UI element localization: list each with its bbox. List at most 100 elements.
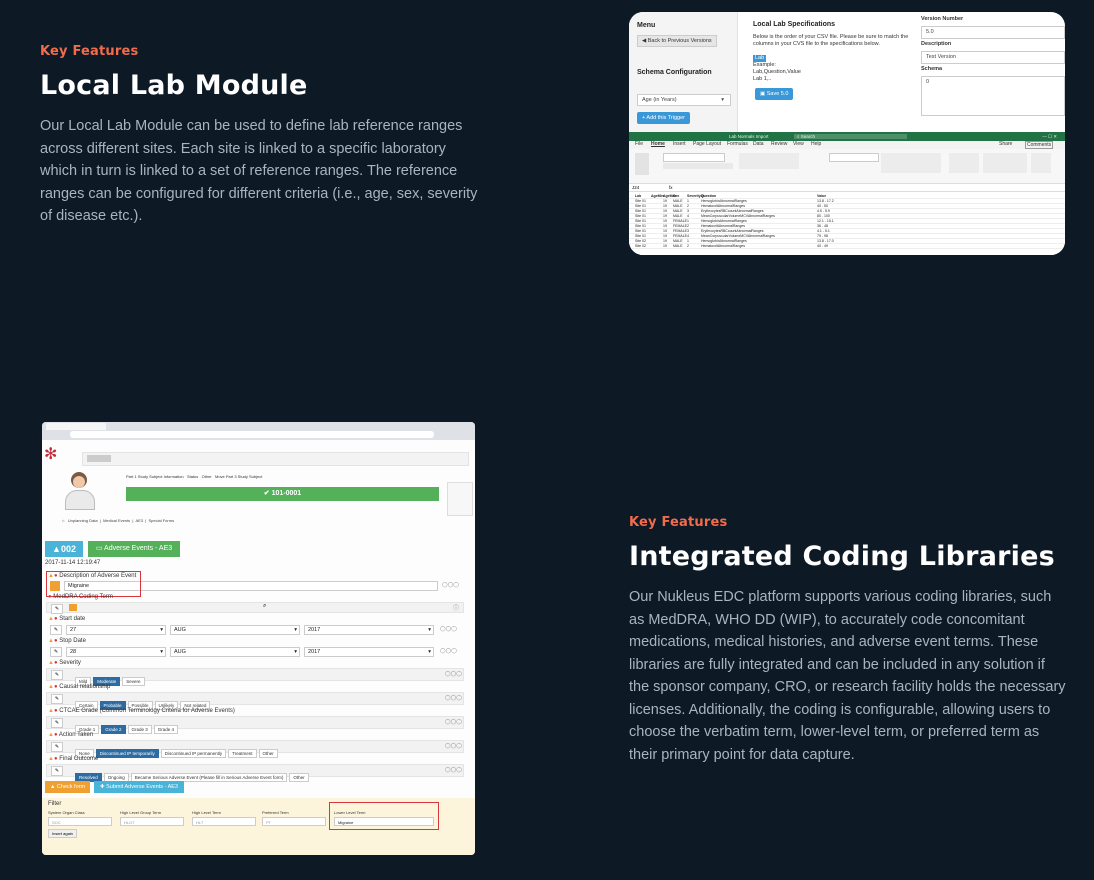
excel-cell[interactable]: MALE (673, 214, 683, 218)
pencil-icon[interactable]: ✎ (51, 718, 63, 728)
excel-cell[interactable]: Site 01 (635, 224, 646, 228)
browser-url[interactable] (70, 431, 434, 438)
excel-cell[interactable]: Value (817, 194, 826, 198)
subject-tab-other[interactable]: Other (202, 474, 212, 479)
check-form-button[interactable]: ▲ Check form (45, 781, 90, 793)
excel-cell[interactable]: 19 (663, 199, 667, 203)
excel-search[interactable]: ⌕ Search (794, 134, 907, 139)
excel-cell[interactable]: Sex (673, 194, 679, 198)
alignment-icons[interactable] (739, 153, 799, 169)
excel-cell[interactable]: 40 - 50 (817, 204, 828, 208)
pencil-icon[interactable]: ✎ (51, 604, 63, 614)
excel-tab-page-layout[interactable]: Page Layout (693, 141, 721, 147)
subject-id-bar[interactable]: ✔ 101-0001 (126, 487, 439, 501)
excel-cell[interactable]: 19 (663, 239, 667, 243)
option-chip[interactable]: Grade 3 (127, 725, 152, 734)
paste-icon[interactable] (635, 153, 649, 175)
excel-cell[interactable]: Question (701, 194, 716, 198)
excel-tab-review[interactable]: Review (771, 141, 787, 147)
excel-cell[interactable]: 19 (663, 224, 667, 228)
excel-cell[interactable]: 13.8 - 17.0 (817, 239, 834, 243)
excel-cell[interactable]: FEMALE (673, 219, 687, 223)
subject-tab-status[interactable]: Status (187, 474, 198, 479)
excel-cell[interactable]: MALE (673, 199, 683, 203)
excel-tab-insert[interactable]: Insert (673, 141, 686, 147)
excel-cell[interactable]: Site 01 (635, 204, 646, 208)
save-version-button[interactable]: ▣ Save 5.0 (755, 88, 794, 100)
field-actions-icon[interactable]: ◯◯◯ (445, 695, 462, 701)
excel-cell[interactable]: FEMALE (673, 224, 687, 228)
excel-cell[interactable]: ErythrocytesRBCcountAbnormalRanges (701, 229, 763, 233)
excel-cell[interactable]: MALE (673, 239, 683, 243)
pencil-icon[interactable]: ✎ (50, 647, 62, 657)
hlgt-input[interactable]: HLGT (120, 817, 184, 826)
option-chip[interactable]: Discontinued IP permanently (160, 749, 227, 758)
excel-cell[interactable]: 19 (663, 209, 667, 213)
excel-cell[interactable]: 13.8 - 17.2 (817, 199, 834, 203)
excel-cell[interactable]: 3 (687, 209, 689, 213)
excel-cell[interactable]: 19 (663, 219, 667, 223)
excel-cell[interactable]: 1 (687, 199, 689, 203)
excel-tab-data[interactable]: Data (753, 141, 764, 147)
field-actions-icon[interactable]: ◯◯◯ (440, 648, 457, 654)
excel-cell[interactable]: MALE (673, 209, 683, 213)
excel-cell[interactable]: 1 (687, 239, 689, 243)
field-actions-icon[interactable]: ◯◯◯ (445, 767, 462, 773)
excel-cell[interactable]: MALE (673, 204, 683, 208)
search-icon[interactable]: ⌕ (263, 603, 266, 610)
excel-cell[interactable]: Site 01 (635, 229, 646, 233)
field-actions-icon[interactable]: ◯◯◯ (445, 719, 462, 725)
excel-cell[interactable]: 19 (663, 204, 667, 208)
pencil-icon[interactable]: ✎ (51, 670, 63, 680)
excel-tab-view[interactable]: View (793, 141, 804, 147)
field-actions-icon[interactable]: ◯◯◯ (445, 743, 462, 749)
pencil-icon[interactable]: ✎ (51, 694, 63, 704)
excel-cell[interactable]: 19 (663, 214, 667, 218)
site-select[interactable] (87, 455, 111, 462)
excel-share-button[interactable]: Share (999, 141, 1012, 147)
excel-tab-home[interactable]: Home (651, 141, 665, 147)
cells-icons[interactable] (949, 153, 979, 173)
excel-cell[interactable]: 19 (663, 244, 667, 248)
excel-cell[interactable]: AgeMin (651, 194, 664, 198)
cell-ref[interactable]: J24 (632, 185, 639, 190)
code-icon[interactable] (69, 604, 77, 611)
excel-tab-help[interactable]: Help (811, 141, 821, 147)
start-day-select[interactable]: 27 ▾ (66, 625, 166, 635)
start-month-select[interactable]: AUG ▾ (170, 625, 300, 635)
excel-cell[interactable]: 79 - 98 (817, 234, 828, 238)
font-style-icons[interactable] (663, 163, 733, 169)
editing-icons[interactable] (983, 153, 1027, 173)
excel-cell[interactable]: MALE (673, 244, 683, 248)
excel-cell[interactable]: HematocritAbnormalRanges (701, 224, 745, 228)
excel-cell[interactable]: 12.1 - 15.1 (817, 219, 834, 223)
excel-cell[interactable]: ErythrocytesRBCcountAbnormalRanges (701, 209, 763, 213)
excel-comments-button[interactable]: Comments (1025, 141, 1054, 149)
pencil-icon[interactable]: ✎ (50, 625, 62, 635)
excel-cell[interactable]: Site 01 (635, 199, 646, 203)
excel-cell[interactable]: 2 (687, 244, 689, 248)
excel-cell[interactable]: FEMALE (673, 229, 687, 233)
option-chip[interactable]: Other (258, 749, 278, 758)
excel-cell[interactable]: Lab (635, 194, 641, 198)
excel-cell[interactable]: Site 01 (635, 209, 646, 213)
excel-cell[interactable]: FEMALE (673, 234, 687, 238)
info-icon[interactable]: ⓘ (453, 603, 459, 612)
breadcrumb-item[interactable]: Medical Events (103, 518, 130, 523)
excel-cell[interactable]: 19 (663, 229, 667, 233)
excel-cell[interactable]: MeanCorpuscularVolumeMCVAbnormalRanges (701, 234, 775, 238)
option-chip[interactable]: Severe (122, 677, 145, 686)
hlt-input[interactable]: HLT (192, 817, 256, 826)
stop-day-select[interactable]: 28 ▾ (66, 647, 166, 657)
excel-tab-file[interactable]: File (635, 141, 643, 147)
option-chip[interactable]: Treatment (228, 749, 257, 758)
description-input[interactable]: Test Version (921, 51, 1065, 64)
excel-cell[interactable]: Site 01 (635, 214, 646, 218)
version-input[interactable]: 5.0 (921, 26, 1065, 39)
field-actions-icon[interactable]: ◯◯◯ (442, 582, 459, 588)
excel-cell[interactable]: Site 01 (635, 234, 646, 238)
start-year-select[interactable]: 2017 ▾ (304, 625, 434, 635)
home-icon[interactable]: ⌂ (62, 518, 64, 523)
excel-cell[interactable]: 40 - 49 (817, 244, 828, 248)
excel-cell[interactable]: HemoglobinAbnormalRanges (701, 219, 747, 223)
